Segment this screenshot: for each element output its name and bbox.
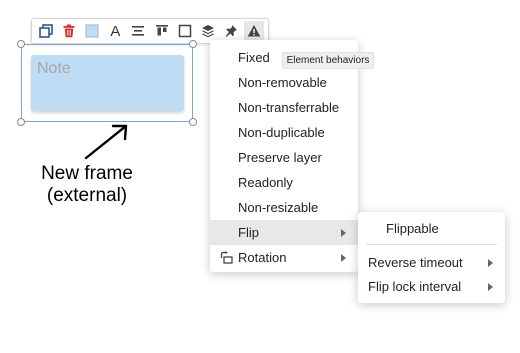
- chevron-right-icon: [488, 258, 493, 267]
- annotation-line-1: New frame: [41, 163, 133, 184]
- resize-handle-top-left[interactable]: [17, 40, 25, 48]
- menu-item-non-resizable[interactable]: Non-resizable: [210, 195, 358, 220]
- tooltip: Element behaviors: [282, 52, 374, 69]
- text-format-icon[interactable]: A: [105, 21, 125, 42]
- chevron-right-icon: [341, 253, 346, 262]
- canvas: A Note New frame (external) Fixed Non-re…: [0, 0, 520, 353]
- menu-item-flip[interactable]: Flip: [210, 220, 358, 245]
- menu-separator: [366, 244, 497, 245]
- menu-item-label: Readonly: [238, 175, 293, 190]
- menu-item-label: Non-removable: [238, 75, 327, 90]
- annotation-line-2: (external): [46, 185, 128, 206]
- menu-item-label: Reverse timeout: [368, 255, 463, 270]
- layers-icon[interactable]: [198, 21, 218, 42]
- menu-item-label: Flip lock interval: [368, 279, 462, 294]
- menu-item-label: Flippable: [386, 221, 439, 236]
- menu-item-readonly[interactable]: Readonly: [210, 170, 358, 195]
- menu-item-label: Non-duplicable: [238, 125, 325, 140]
- menu-item-label: Non-resizable: [238, 200, 319, 215]
- note-element[interactable]: Note: [31, 55, 184, 111]
- text-format-glyph: A: [110, 22, 121, 40]
- fill-color-icon[interactable]: [82, 21, 102, 42]
- menu-item-label: Rotation: [238, 250, 287, 265]
- behaviors-menu: Fixed Non-removable Non-transferrable No…: [210, 40, 358, 272]
- menu-item-non-duplicable[interactable]: Non-duplicable: [210, 120, 358, 145]
- duplicate-icon[interactable]: [36, 21, 56, 42]
- menu-item-flippable[interactable]: Flippable: [358, 216, 505, 241]
- rotation-icon: [220, 251, 233, 264]
- menu-item-preserve-layer[interactable]: Preserve layer: [210, 145, 358, 170]
- menu-item-reverse-timeout[interactable]: Reverse timeout: [358, 250, 505, 275]
- menu-item-rotation[interactable]: Rotation: [210, 245, 358, 270]
- pin-icon[interactable]: [221, 21, 241, 42]
- delete-icon[interactable]: [59, 21, 79, 42]
- align-center-icon[interactable]: [128, 21, 148, 42]
- chevron-right-icon: [488, 282, 493, 291]
- menu-item-flip-lock-interval[interactable]: Flip lock interval: [358, 274, 505, 299]
- annotation-arrow-icon: [84, 124, 128, 160]
- flip-submenu: Flippable Reverse timeout Flip lock inte…: [358, 212, 505, 303]
- menu-item-non-transferrable[interactable]: Non-transferrable: [210, 95, 358, 120]
- resize-handle-bottom-left[interactable]: [17, 118, 25, 126]
- menu-item-label: Fixed: [238, 50, 270, 65]
- annotation-label: New frame (external): [28, 163, 146, 207]
- note-text[interactable]: Note: [37, 60, 71, 78]
- menu-item-label: Non-transferrable: [238, 100, 340, 115]
- border-icon[interactable]: [175, 21, 195, 42]
- align-top-icon[interactable]: [151, 21, 171, 42]
- menu-item-label: Preserve layer: [238, 150, 322, 165]
- resize-handle-bottom-right[interactable]: [189, 118, 197, 126]
- chevron-right-icon: [341, 228, 346, 237]
- tooltip-text: Element behaviors: [286, 55, 370, 66]
- resize-handle-top-right[interactable]: [189, 40, 197, 48]
- warning-icon[interactable]: [243, 20, 264, 42]
- menu-item-non-removable[interactable]: Non-removable: [210, 70, 358, 95]
- menu-item-label: Flip: [238, 225, 259, 240]
